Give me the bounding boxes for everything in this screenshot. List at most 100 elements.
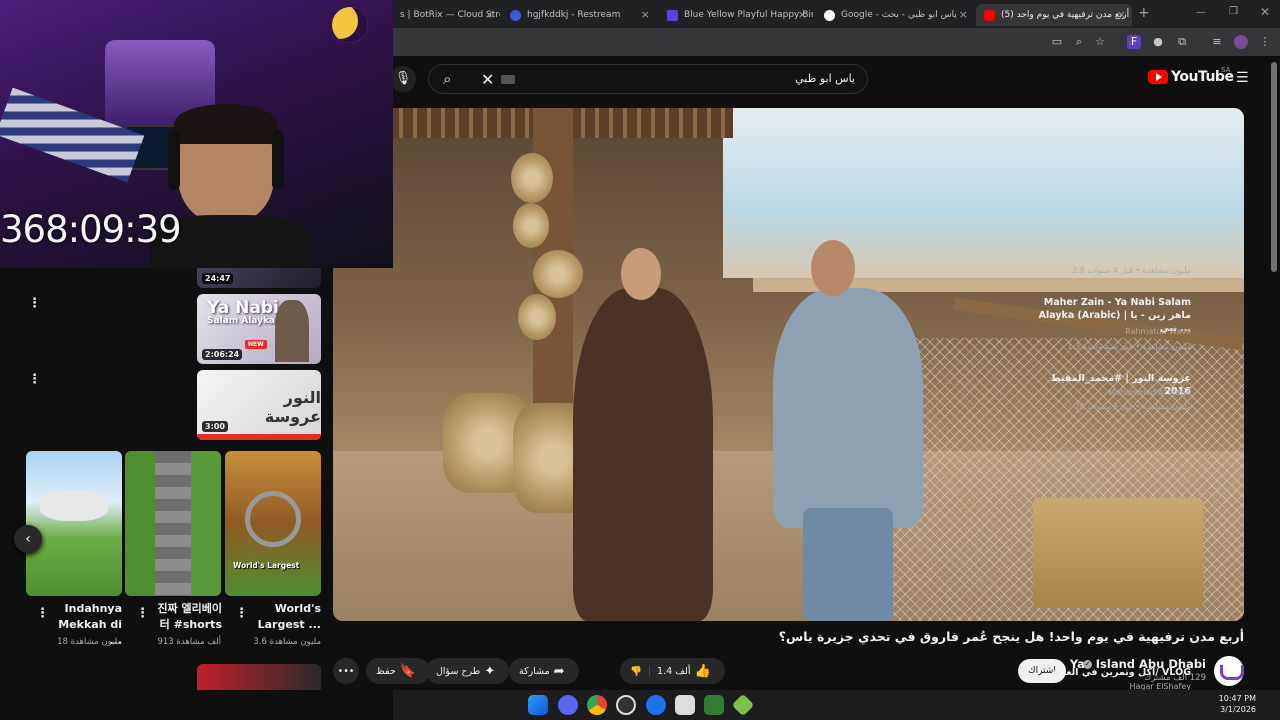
hamburger-menu-icon[interactable]: ☰ bbox=[1236, 70, 1249, 86]
tab-restream[interactable]: hgjfkddkj - Restream × bbox=[502, 4, 656, 26]
share-label: مشاركة bbox=[519, 665, 550, 677]
system-clock[interactable]: 10:47 PM 3/1/2026 bbox=[1219, 693, 1256, 715]
voice-search-icon[interactable]: 🎙 bbox=[390, 66, 416, 92]
extension-f-icon[interactable]: F bbox=[1127, 35, 1141, 49]
app-icon[interactable] bbox=[646, 695, 666, 715]
chevron-left-icon[interactable]: ‹ bbox=[14, 525, 42, 553]
clear-search-icon[interactable]: ✕ bbox=[481, 70, 494, 89]
moon-icon bbox=[332, 7, 368, 43]
streamer-hair bbox=[174, 104, 278, 144]
media-queue-icon[interactable]: ≡ bbox=[1210, 35, 1224, 49]
more-actions-button[interactable]: ••• bbox=[333, 658, 359, 684]
close-window-icon[interactable]: ✕ bbox=[1260, 5, 1270, 19]
more-icon[interactable]: ⋮ bbox=[235, 606, 248, 621]
search-icon[interactable]: ⌕ bbox=[443, 70, 451, 88]
restore-icon[interactable]: ❐ bbox=[1229, 6, 1238, 17]
thumb-progress bbox=[197, 434, 321, 440]
video-scene-sky bbox=[723, 108, 1244, 278]
channel-avatar[interactable] bbox=[1214, 656, 1244, 686]
more-icon[interactable]: ⋮ bbox=[136, 606, 149, 621]
chrome-icon[interactable] bbox=[587, 695, 607, 715]
cast-icon[interactable]: ▭ bbox=[1050, 35, 1064, 49]
search-input[interactable]: ياس ابو ظبي bbox=[795, 72, 855, 85]
sparkle-icon: ✦ bbox=[484, 663, 496, 679]
thumb-text: World's Largest bbox=[233, 561, 300, 570]
short-title[interactable]: World's Largest ... bbox=[249, 601, 321, 633]
duration-badge: 24:47 bbox=[202, 273, 234, 284]
youtube-play-icon bbox=[1148, 70, 1168, 84]
tab-label: أربع مدن ترفيهية في يوم واحد (5) bbox=[1001, 10, 1130, 20]
bookmark-icon: 🔖 bbox=[399, 663, 416, 679]
like-button[interactable]: 👎 | 1.4 ألف 👍 bbox=[620, 658, 725, 684]
tab-botrix[interactable]: s | BotRix — Cloud Stre × bbox=[392, 4, 500, 26]
man-jeans bbox=[803, 508, 893, 621]
share-icon: ➦ bbox=[553, 663, 565, 679]
discord-icon[interactable] bbox=[558, 695, 578, 715]
minecraft-icon[interactable] bbox=[704, 695, 724, 715]
more-icon[interactable]: ⋮ bbox=[28, 296, 41, 311]
short-meta: 3.6 مليون مشاهدة bbox=[253, 637, 321, 647]
basket-image bbox=[533, 250, 583, 298]
video-player[interactable] bbox=[333, 108, 1244, 621]
canva-icon bbox=[667, 9, 678, 21]
tab-google[interactable]: Google - ياس ابو ظبي - بحث × bbox=[816, 4, 974, 26]
close-tab-icon[interactable]: × bbox=[959, 8, 968, 21]
tab-label: Google - ياس ابو ظبي - بحث bbox=[841, 10, 957, 20]
app-window-icon[interactable] bbox=[675, 695, 695, 715]
thumb-grass bbox=[191, 451, 221, 596]
zoom-icon[interactable]: ⌕ bbox=[1072, 35, 1086, 49]
close-tab-icon[interactable]: × bbox=[1117, 8, 1126, 21]
thumb-subtitle: Salam Alayka bbox=[207, 316, 275, 326]
duration-badge: 2:06:24 bbox=[202, 349, 243, 360]
browser-menu-icon[interactable]: ⋮ bbox=[1258, 35, 1272, 49]
short-meta: 18 مليون مشاهدة bbox=[57, 637, 122, 647]
rec-thumbnail[interactable] bbox=[197, 664, 321, 690]
rec-meta: 26 مليون مشاهدة • قبل 9 سنوات bbox=[1074, 402, 1191, 411]
tab-label: hgjfkddkj - Restream bbox=[527, 10, 621, 20]
tab-youtube[interactable]: أربع مدن ترفيهية في يوم واحد (5) × bbox=[976, 4, 1132, 26]
tab-birthday[interactable]: Blue Yellow Playful Happy Birth × bbox=[659, 4, 813, 26]
ask-label: طرح سؤال bbox=[436, 665, 481, 677]
rec-channel[interactable]: Rahmatun Wave bbox=[1125, 327, 1191, 336]
close-tab-icon[interactable]: × bbox=[485, 8, 494, 21]
close-tab-icon[interactable]: × bbox=[641, 8, 650, 21]
share-button[interactable]: ➦ مشاركة bbox=[509, 658, 579, 684]
divider: | bbox=[647, 665, 652, 677]
short-thumbnail[interactable] bbox=[26, 451, 122, 596]
page-scrollbar[interactable] bbox=[1271, 62, 1277, 272]
obs-icon[interactable] bbox=[616, 695, 636, 715]
new-tab-button[interactable]: + bbox=[1138, 5, 1150, 21]
short-thumbnail[interactable] bbox=[125, 451, 221, 596]
rec-thumbnail[interactable]: Ya Nabi Salam Alayka NEW 2:06:24 bbox=[197, 294, 321, 364]
like-count: 1.4 ألف bbox=[657, 665, 691, 677]
short-thumbnail[interactable]: World's Largest bbox=[225, 451, 321, 596]
dislike-icon[interactable]: 👎 bbox=[630, 666, 642, 677]
rec-title[interactable]: اكل وتمرين في الغربة/ VLOG bbox=[1021, 666, 1191, 679]
rec-channel[interactable]: Muhammad Al Muqit bbox=[1108, 388, 1191, 397]
more-icon[interactable]: ⋮ bbox=[28, 372, 41, 387]
new-badge: NEW bbox=[245, 340, 267, 349]
profile-avatar[interactable] bbox=[1234, 35, 1248, 49]
bookmark-star-icon[interactable]: ☆ bbox=[1093, 35, 1107, 49]
keyboard-icon[interactable] bbox=[501, 75, 515, 84]
start-menu-icon[interactable] bbox=[528, 695, 548, 715]
save-label: حفظ bbox=[376, 665, 396, 677]
headphones-icon bbox=[272, 130, 284, 190]
headphones-icon bbox=[168, 130, 180, 190]
short-title[interactable]: 진짜 엘리베이터 #shorts bbox=[150, 601, 222, 633]
tab-label: Blue Yellow Playful Happy Birth bbox=[684, 10, 813, 20]
close-tab-icon[interactable]: × bbox=[798, 8, 807, 21]
extension-cookie-icon[interactable]: ● bbox=[1151, 35, 1165, 49]
clock-date: 3/1/2026 bbox=[1220, 705, 1256, 714]
search-bar[interactable]: ⌕ ✕ ياس ابو ظبي bbox=[428, 64, 868, 94]
man-face bbox=[811, 240, 855, 296]
extensions-puzzle-icon[interactable]: ⧉ bbox=[1175, 35, 1189, 49]
rec-thumbnail[interactable]: النور عروسة 3:00 bbox=[197, 370, 321, 440]
more-icon[interactable]: ⋮ bbox=[36, 606, 49, 621]
rec-meta: 2.8 مليون مشاهدة • قبل 4 سنوات bbox=[1072, 266, 1191, 275]
ask-button[interactable]: ✦ طرح سؤال bbox=[426, 658, 510, 684]
minimize-icon[interactable]: — bbox=[1196, 7, 1206, 18]
save-button[interactable]: 🔖 حفظ bbox=[366, 658, 430, 684]
windows-taskbar bbox=[393, 690, 1280, 720]
clock-time: 10:47 PM bbox=[1218, 694, 1256, 703]
